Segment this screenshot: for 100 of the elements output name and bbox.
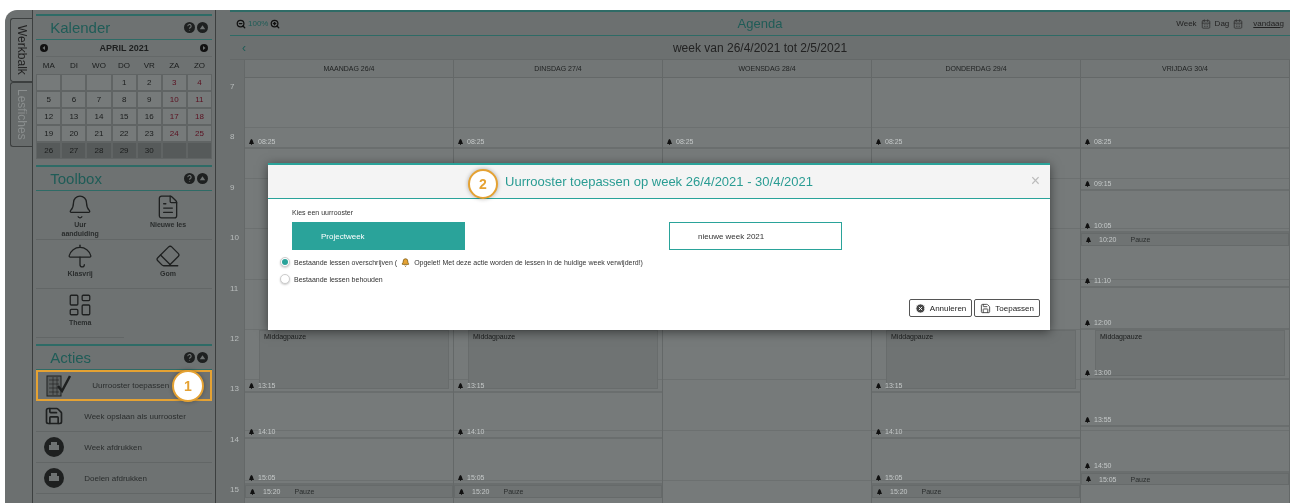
action-item[interactable]: Doelen afdrukken [36, 463, 212, 494]
calendar-icon[interactable] [1233, 18, 1244, 29]
weekday-label: DO [117, 60, 132, 72]
bell-icon [249, 475, 254, 482]
weekday-label: DI [68, 60, 79, 72]
calendar-day[interactable]: 10 [161, 91, 187, 108]
collapse-icon[interactable] [197, 173, 208, 184]
hour-label: 9 [230, 182, 235, 192]
hour-label: 15 [230, 485, 239, 495]
calendar-day[interactable]: 6 [61, 91, 87, 108]
bell-icon [1085, 139, 1090, 146]
umbrella-icon [67, 243, 94, 269]
action-item[interactable]: Uurrooster toepassen 1 [36, 370, 212, 401]
month-label: APRIL 2021 [99, 43, 149, 53]
calendar-day[interactable]: 12 [36, 108, 62, 125]
schedule-option[interactable]: Projectweek [292, 222, 465, 250]
calendar-day[interactable]: 21 [86, 125, 112, 142]
calendar-day[interactable]: 11 [186, 91, 212, 108]
bell-icon [401, 257, 411, 267]
calendar-day[interactable]: 27 [61, 142, 87, 159]
section-title: Acties [50, 349, 92, 366]
bell-icon [1085, 223, 1090, 230]
calendar-day[interactable]: 4 [186, 74, 212, 91]
view-option[interactable]: Week [1176, 19, 1197, 28]
weekday-label: WO [91, 60, 107, 72]
help-icon[interactable] [184, 22, 195, 33]
week-title: week van 26/4/2021 tot 2/5/2021 [671, 40, 849, 55]
calendar-day[interactable]: 25 [186, 125, 212, 142]
calendar-day[interactable]: 3 [161, 74, 187, 91]
calendar-day[interactable]: 16 [136, 108, 162, 125]
weekday-label: ZO [192, 60, 206, 72]
calendar-day[interactable]: 23 [136, 125, 162, 142]
calendar-day[interactable]: 8 [111, 91, 137, 108]
hour-label: 7 [230, 82, 235, 91]
checklist-icon [46, 373, 73, 398]
calendar-day[interactable]: 20 [61, 125, 87, 142]
side-tab[interactable]: Werkbalk [10, 18, 33, 82]
zoom-in-icon[interactable] [270, 18, 281, 29]
schedule-option[interactable]: nieuwe week 2021 [669, 222, 842, 250]
help-icon[interactable] [184, 173, 195, 184]
bell-icon [1085, 416, 1090, 423]
bell-icon [458, 139, 463, 146]
collapse-icon[interactable] [197, 22, 208, 33]
hour-label: 14 [230, 434, 239, 444]
bell-icon [458, 383, 463, 389]
bell-icon [1085, 181, 1090, 188]
eraser-icon [155, 243, 182, 269]
step-badge: 1 [172, 370, 204, 402]
printer-icon [44, 468, 65, 488]
bell-icon [1085, 278, 1090, 284]
hour-label: 11 [230, 283, 239, 293]
bell-icon [877, 488, 882, 495]
calendar-day[interactable]: 28 [86, 142, 112, 159]
dialog-title: Uurrooster toepassen op week 26/4/2021 - 30/4/2021 [505, 174, 813, 189]
calendar-day[interactable]: 24 [161, 125, 187, 142]
section-title: Kalender [50, 19, 111, 36]
step-badge: 2 [468, 169, 498, 199]
bell-icon [876, 475, 881, 482]
bell-icon [249, 139, 254, 146]
bell-icon [458, 475, 463, 482]
calendar-day[interactable]: 19 [36, 125, 62, 142]
help-icon[interactable] [184, 352, 195, 363]
calendar-icon[interactable] [1200, 18, 1211, 29]
collapse-icon[interactable] [197, 352, 208, 363]
bell-icon [1085, 462, 1090, 469]
view-option[interactable]: Dag [1214, 19, 1230, 28]
calendar-day[interactable]: 9 [136, 91, 162, 108]
calendar-day[interactable]: 2 [136, 74, 162, 91]
cancel-button[interactable]: Annuleren [908, 299, 973, 317]
save-icon [44, 406, 65, 426]
action-item[interactable]: Week afdrukken [36, 432, 212, 463]
bell-icon [459, 488, 464, 495]
today-link[interactable]: vandaag [1253, 19, 1284, 28]
zoom-level: 100% [248, 19, 269, 28]
bell-icon [458, 429, 463, 436]
radio-button[interactable] [280, 257, 290, 267]
calendar-day[interactable]: 7 [86, 91, 112, 108]
calendar-day[interactable]: 5 [36, 91, 62, 108]
previous-icon[interactable] [40, 44, 49, 52]
radio-button[interactable] [280, 274, 290, 284]
section-title: Toolbox [50, 170, 102, 187]
calendar-day[interactable]: 17 [161, 108, 187, 125]
calendar-day[interactable]: 18 [186, 108, 212, 125]
calendar-day[interactable]: 15 [111, 108, 137, 125]
weekday-label: ZA [168, 60, 181, 72]
calendar-day[interactable]: 13 [61, 108, 87, 125]
action-label: Doelen afdrukken [84, 473, 147, 483]
zoom-out-icon[interactable] [236, 18, 246, 29]
close-button[interactable]: × [1030, 172, 1040, 190]
calendar-day[interactable]: 1 [111, 74, 137, 91]
next-icon[interactable] [200, 44, 208, 52]
apply-button[interactable]: Toepassen [974, 299, 1040, 317]
close-icon [914, 302, 926, 314]
bell-icon [667, 139, 672, 146]
hour-label: 10 [230, 233, 239, 243]
calendar-day[interactable]: 14 [86, 108, 112, 125]
bell-icon [1086, 476, 1091, 483]
agenda-title: Agenda [737, 16, 783, 31]
calendar-day[interactable]: 22 [111, 125, 137, 142]
bell-icon [249, 429, 254, 436]
